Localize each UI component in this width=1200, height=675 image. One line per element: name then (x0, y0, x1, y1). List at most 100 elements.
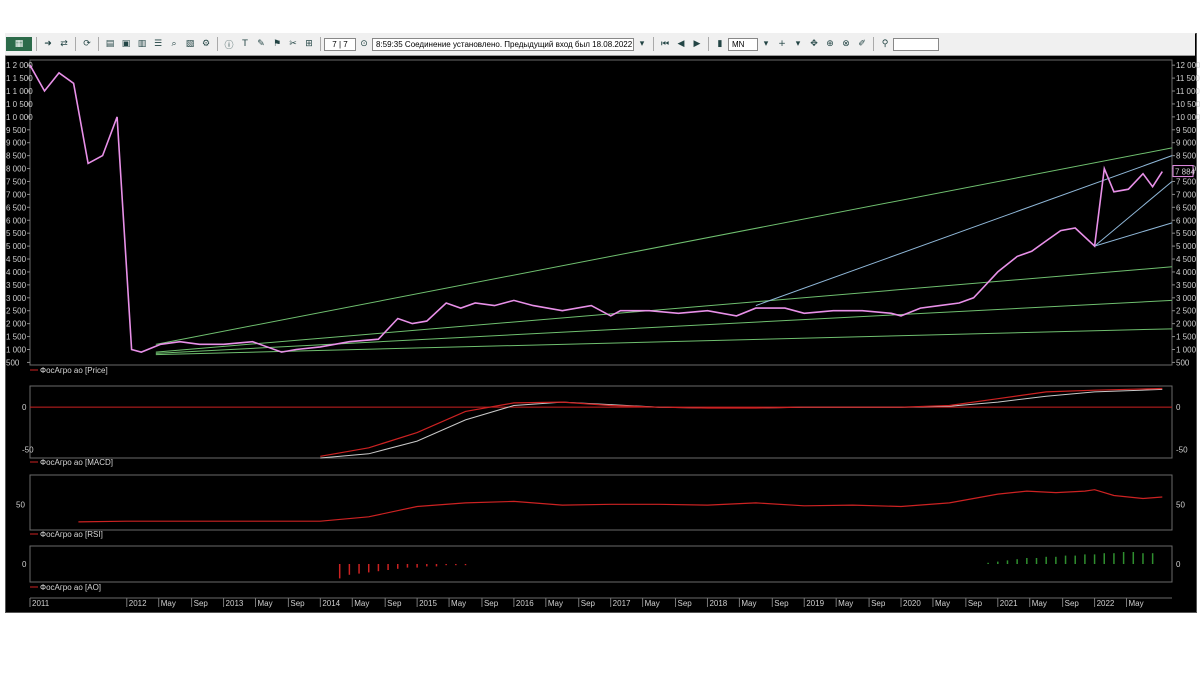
panel-legend: ФосАгро ао [Price] (40, 366, 108, 375)
macd-line[interactable] (320, 387, 1163, 457)
y-tick-label-left: 1 2 000 (6, 61, 33, 70)
time-tick-label: May (451, 599, 466, 608)
time-tick-label: 2014 (322, 599, 340, 608)
time-tick-label: May (645, 599, 660, 608)
trendline[interactable] (155, 299, 1173, 354)
time-tick-label: Sep (387, 599, 402, 608)
trendline[interactable] (1094, 222, 1173, 247)
y-tick-label-left: 4 000 (6, 268, 27, 277)
y-tick-label-right: 12 000 (1176, 61, 1200, 70)
time-tick-label: 2015 (419, 599, 437, 608)
y-tick-label-right: 4 500 (1176, 255, 1197, 264)
time-tick-label: 2011 (32, 599, 50, 608)
time-tick-label: 2018 (709, 599, 727, 608)
time-tick-label: Sep (1065, 599, 1080, 608)
y-tick-label-right: 9 000 (1176, 139, 1197, 148)
chart-area[interactable]: ФосАгро ао [Price] ФосАгро ао [MACD] ФосАг… (0, 0, 1200, 675)
y-tick-label-left: 4 500 (6, 255, 27, 264)
panel-legend: ФосАгро ао [RSI] (40, 530, 103, 539)
time-tick-label: May (1129, 599, 1144, 608)
y-tick-label-left: 1 000 (6, 345, 27, 354)
y-tick-label-left: 7 500 (6, 177, 27, 186)
y-tick-label-left: 3 500 (6, 281, 27, 290)
macd-y-tick-right: -50 (1176, 446, 1188, 455)
y-tick-label-right: 1 000 (1176, 345, 1197, 354)
rsi-y-tick-left: 50 (16, 500, 25, 509)
time-tick-label: 2022 (1097, 599, 1115, 608)
time-tick-label: May (161, 599, 176, 608)
y-tick-label-right: 500 (1176, 358, 1190, 367)
time-tick-label: 2017 (613, 599, 631, 608)
y-tick-label-right: 11 500 (1176, 74, 1200, 83)
y-tick-label-left: 1 1 000 (6, 87, 33, 96)
y-tick-label-right: 4 000 (1176, 268, 1197, 277)
y-tick-label-right: 10 500 (1176, 100, 1200, 109)
trendline[interactable] (155, 328, 1173, 356)
y-tick-label-left: 7 000 (6, 190, 27, 199)
y-tick-label-left: 1 0 500 (6, 100, 33, 109)
panel-legend: ФосАгро ао [MACD] (40, 458, 113, 467)
time-tick-label: Sep (774, 599, 789, 608)
y-tick-label-right: 5 000 (1176, 242, 1197, 251)
panel-legend: ФосАгро ао [AO] (40, 583, 101, 592)
time-tick-label: Sep (968, 599, 983, 608)
y-tick-label-left: 2 500 (6, 307, 27, 316)
time-tick-label: 2021 (1000, 599, 1018, 608)
time-tick-label: 2012 (129, 599, 147, 608)
time-tick-label: May (741, 599, 756, 608)
time-tick-label: Sep (290, 599, 305, 608)
macd-signal-line[interactable] (320, 388, 1163, 459)
y-tick-label-left: 9 500 (6, 126, 27, 135)
y-tick-label-right: 3 000 (1176, 294, 1197, 303)
y-tick-label-left: 8 000 (6, 165, 27, 174)
time-tick-label: May (548, 599, 563, 608)
y-tick-label-right: 7 000 (1176, 190, 1197, 199)
time-tick-label: 2013 (226, 599, 244, 608)
trendline[interactable] (1094, 181, 1173, 247)
y-tick-label-left: 6 500 (6, 203, 27, 212)
panel-frame-3 (29, 545, 1173, 583)
y-tick-label-left: 1 0 000 (6, 113, 33, 122)
time-tick-label: 2020 (903, 599, 921, 608)
y-tick-label-left: 500 (6, 358, 20, 367)
y-tick-label-right: 11 000 (1176, 87, 1200, 96)
time-tick-label: May (257, 599, 272, 608)
y-tick-label-left: 5 000 (6, 242, 27, 251)
y-tick-label-right: 10 000 (1176, 113, 1200, 122)
y-tick-label-left: 1 500 (6, 333, 27, 342)
time-tick-label: May (354, 599, 369, 608)
y-tick-label-left: 9 000 (6, 139, 27, 148)
time-tick-label: May (838, 599, 853, 608)
y-tick-label-right: 5 500 (1176, 229, 1197, 238)
time-tick-label: 2019 (806, 599, 824, 608)
ao-y-tick-right: 0 (1176, 560, 1181, 569)
y-tick-label-right: 8 500 (1176, 152, 1197, 161)
panel-frame-1 (29, 385, 1173, 459)
trendline[interactable] (755, 155, 1173, 307)
y-tick-label-left: 5 500 (6, 229, 27, 238)
time-tick-label: Sep (581, 599, 596, 608)
y-tick-label-right: 9 500 (1176, 126, 1197, 135)
macd-y-tick-right: 0 (1176, 403, 1181, 412)
y-tick-label-right: 7 500 (1176, 177, 1197, 186)
time-tick-label: 2016 (516, 599, 534, 608)
y-tick-label-right: 6 000 (1176, 216, 1197, 225)
y-tick-label-left: 2 000 (6, 320, 27, 329)
ao-y-tick-left: 0 (22, 560, 27, 569)
time-tick-label: Sep (678, 599, 693, 608)
y-tick-label-left: 3 000 (6, 294, 27, 303)
trendline[interactable] (155, 147, 1173, 345)
time-tick-label: May (935, 599, 950, 608)
y-tick-label-right: 1 500 (1176, 333, 1197, 342)
macd-y-tick-left: -50 (22, 446, 34, 455)
time-tick-label: Sep (194, 599, 209, 608)
y-tick-label-right: 6 500 (1176, 203, 1197, 212)
y-tick-label-right: 2 500 (1176, 307, 1197, 316)
price-series-line[interactable] (29, 64, 1163, 353)
rsi-line[interactable] (78, 489, 1163, 523)
trendline[interactable] (155, 266, 1173, 353)
y-tick-label-left: 8 500 (6, 152, 27, 161)
time-tick-label: Sep (871, 599, 886, 608)
panel-frame-0 (29, 59, 1173, 366)
rsi-y-tick-right: 50 (1176, 500, 1185, 509)
